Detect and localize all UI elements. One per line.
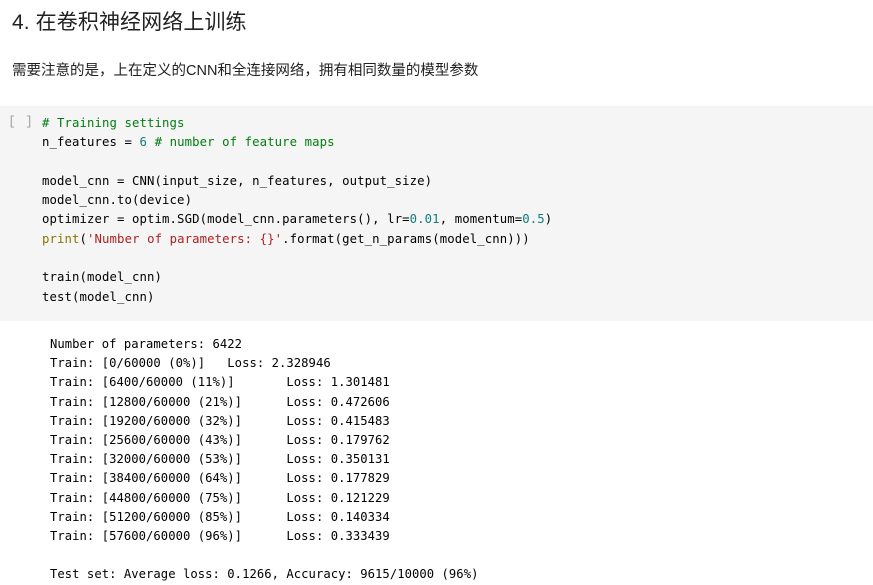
code-token-plain: optimizer = optim.SGD(model_cnn.paramete… bbox=[42, 212, 410, 227]
notebook-page: 4. 在卷积神经网络上训练 需要注意的是，上在定义的CNN和全连接网络，拥有相同… bbox=[0, 0, 873, 585]
code-token-string: 'Number of parameters: {}' bbox=[87, 231, 283, 246]
code-token-number: 6 bbox=[139, 135, 148, 150]
code-token-number: 0.5 bbox=[522, 212, 545, 227]
code-token-plain: .format(get_n_params(model_cnn))) bbox=[282, 231, 530, 246]
code-token-plain: train(model_cnn) bbox=[42, 270, 163, 285]
code-cell[interactable]: [ ] # Training settings n_features = 6 #… bbox=[0, 106, 873, 321]
code-token-plain: model_cnn = CNN(input_size, n_features, … bbox=[42, 173, 433, 188]
code-token-plain: model_cnn.to(device) bbox=[42, 193, 193, 208]
output-text: Number of parameters: 6422 Train: [0/600… bbox=[50, 336, 479, 582]
code-token-plain: , momentum= bbox=[439, 212, 523, 227]
code-token-plain: n_features = bbox=[42, 135, 140, 150]
code-token-builtin: print bbox=[42, 231, 80, 246]
code-token-number: 0.01 bbox=[409, 212, 440, 227]
cell-output: Number of parameters: 6422 Train: [0/600… bbox=[0, 320, 873, 585]
markdown-cell: 4. 在卷积神经网络上训练 需要注意的是，上在定义的CNN和全连接网络，拥有相同… bbox=[0, 0, 873, 82]
code-token-plain: ( bbox=[79, 231, 88, 246]
page-title: 4. 在卷积神经网络上训练 bbox=[12, 11, 247, 34]
code-token-comment: # number of feature maps bbox=[154, 135, 335, 150]
code-token-comment: # Training settings bbox=[42, 116, 185, 130]
section-description: 需要注意的是，上在定义的CNN和全连接网络，拥有相同数量的模型参数 bbox=[12, 63, 479, 79]
code-token-plain: test(model_cnn) bbox=[42, 289, 155, 304]
run-cell-button[interactable]: [ ] bbox=[0, 114, 42, 129]
code-editor[interactable]: # Training settings n_features = 6 # num… bbox=[42, 114, 552, 307]
code-token-plain: ) bbox=[544, 212, 553, 227]
